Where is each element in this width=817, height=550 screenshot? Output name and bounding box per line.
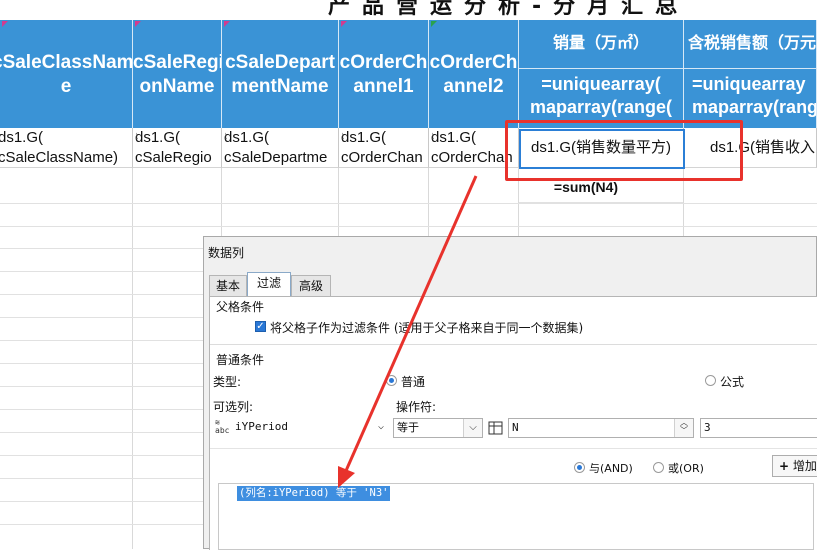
formula-cell-volume[interactable]: =uniquearray( maparray(range( — [519, 68, 684, 128]
header-label: onName — [139, 76, 215, 97]
common-condition-heading: 普通条件 — [216, 353, 265, 367]
type-normal-label: 普通 — [401, 375, 426, 389]
formula-text: =uniquearray — [692, 74, 806, 94]
parent-filter-label: 将父格子作为过滤条件 (适用于父子格来自于同一个数据集) — [270, 321, 584, 335]
cell-marker-icon — [224, 21, 230, 27]
header-label: cSaleRegi — [133, 52, 222, 73]
header-label: cSaleClassNam — [0, 52, 133, 73]
logic-and-label: 与(AND) — [589, 462, 633, 475]
type-normal-radio[interactable] — [386, 375, 397, 386]
grid-line — [0, 226, 817, 227]
data-column-dialog[interactable]: 数据列 基本 过滤 高级 父格条件 ✓ 将父格子作为过滤条件 (适用于父子格来自… — [203, 236, 817, 550]
cell-marker-icon — [2, 21, 8, 27]
header-label: annel1 — [353, 76, 414, 97]
tab-filter[interactable]: 过滤 — [247, 272, 291, 296]
cell-marker-icon — [431, 21, 437, 27]
expand-down-icon: ↓ — [340, 130, 346, 142]
logic-or-radio[interactable] — [653, 462, 664, 473]
header-label: 销量（万㎡） — [552, 35, 649, 52]
spinner-icon[interactable]: ︿ ﹀ — [674, 419, 693, 437]
cell-reference-icon[interactable] — [488, 419, 503, 435]
cell-text: cSaleClassName) — [0, 149, 119, 166]
column-label: 可选列: — [213, 400, 254, 414]
report-title: 产品营运分析-分月汇总 — [0, 0, 817, 20]
logic-and-radio[interactable] — [574, 462, 585, 473]
operator-select-value: 等于 — [397, 421, 419, 434]
header-cOrderChannel2[interactable]: cOrderCh annel2 — [429, 20, 519, 128]
cell-text: cSaleDepartme — [224, 149, 328, 166]
type-label: 类型: — [213, 375, 242, 389]
data-cell-class[interactable]: ds1.G( cSaleClassName) — [0, 128, 133, 168]
expand-down-icon: ↓ — [430, 130, 436, 142]
plus-icon: + — [779, 459, 790, 473]
condition-item[interactable]: (列名:iYPeriod) 等于 'N3' — [237, 486, 391, 501]
header-cSaleClassName[interactable]: cSaleClassNam e — [0, 20, 133, 128]
parameter-field[interactable]: N ︿ ﹀ — [508, 418, 694, 438]
expand-down-icon: ↓ — [223, 130, 229, 142]
value-field[interactable]: 3 — [700, 418, 817, 438]
header-sales-amount[interactable]: 含税销售额（万元 — [684, 20, 817, 68]
column-select[interactable]: iYPeriod ⌵ — [232, 418, 390, 438]
section-divider — [210, 344, 817, 345]
add-condition-button[interactable]: + 增加 — [772, 455, 817, 477]
cell-text: ds1.G( — [341, 129, 387, 146]
data-cell-department[interactable]: ↓ ds1.G( cSaleDepartme — [222, 128, 339, 168]
header-label: 含税销售额（万元 — [688, 35, 817, 52]
abc-column-icon: ≋ abc — [215, 418, 230, 435]
grid-line — [0, 203, 817, 204]
chevron-down-icon[interactable]: ⌵ — [463, 419, 482, 437]
highlight-box — [505, 120, 743, 181]
section-divider — [210, 448, 817, 449]
cell-text: cSaleRegio — [135, 149, 212, 166]
cell-text: cOrderChan — [341, 149, 423, 166]
cell-text: ds1.G( — [0, 129, 44, 146]
formula-text: maparray(range — [692, 97, 817, 117]
header-label: mentName — [231, 76, 329, 97]
tab-advanced[interactable]: 高级 — [291, 275, 331, 296]
parent-condition-heading: 父格条件 — [216, 300, 265, 314]
value-field-text: 3 — [704, 421, 711, 434]
cell-marker-icon — [135, 21, 141, 27]
formula-text: maparray(range( — [529, 97, 673, 117]
cell-marker-icon — [341, 21, 347, 27]
header-label: annel2 — [443, 76, 504, 97]
parameter-field-value: N — [512, 421, 519, 434]
header-label: e — [60, 76, 72, 97]
type-formula-label: 公式 — [720, 375, 745, 389]
header-label: cOrderCh — [429, 52, 518, 73]
header-label: cSaleDepart — [225, 52, 335, 73]
operator-select[interactable]: 等于 ⌵ — [393, 418, 483, 438]
header-cSaleDepartmentName[interactable]: cSaleDepart mentName — [222, 20, 339, 128]
cell-text: ds1.G( — [135, 129, 181, 146]
formula-cell-amount[interactable]: =uniquearray maparray(range — [684, 68, 817, 128]
data-cell-channel1[interactable]: ↓ ds1.G( cOrderChan — [339, 128, 429, 168]
header-cSaleRegionName[interactable]: cSaleRegi onName — [133, 20, 222, 128]
logic-or-label: 或(OR) — [668, 462, 704, 475]
header-sales-volume[interactable]: 销量（万㎡） — [519, 20, 684, 68]
formula-text: =uniquearray( — [541, 74, 661, 94]
header-label: cOrderCh — [339, 52, 428, 73]
parent-filter-checkbox[interactable]: ✓ — [255, 321, 266, 332]
type-formula-radio[interactable] — [705, 375, 716, 386]
dialog-title: 数据列 — [208, 246, 245, 260]
add-button-label: 增加 — [792, 459, 817, 473]
operator-label: 操作符: — [396, 400, 437, 414]
header-cOrderChannel1[interactable]: cOrderCh annel1 — [339, 20, 429, 128]
chevron-down-icon[interactable]: ⌵ — [372, 418, 390, 436]
expand-down-icon: ↓ — [134, 130, 140, 142]
data-cell-region[interactable]: ↓ ds1.G( cSaleRegio — [133, 128, 222, 168]
tab-basic[interactable]: 基本 — [209, 275, 247, 296]
column-select-value: iYPeriod — [235, 420, 288, 433]
report-title-text: 产品营运分析-分月汇总 — [328, 0, 690, 19]
cell-text: ds1.G( — [224, 129, 270, 146]
condition-list[interactable]: (列名:iYPeriod) 等于 'N3' — [218, 483, 814, 550]
